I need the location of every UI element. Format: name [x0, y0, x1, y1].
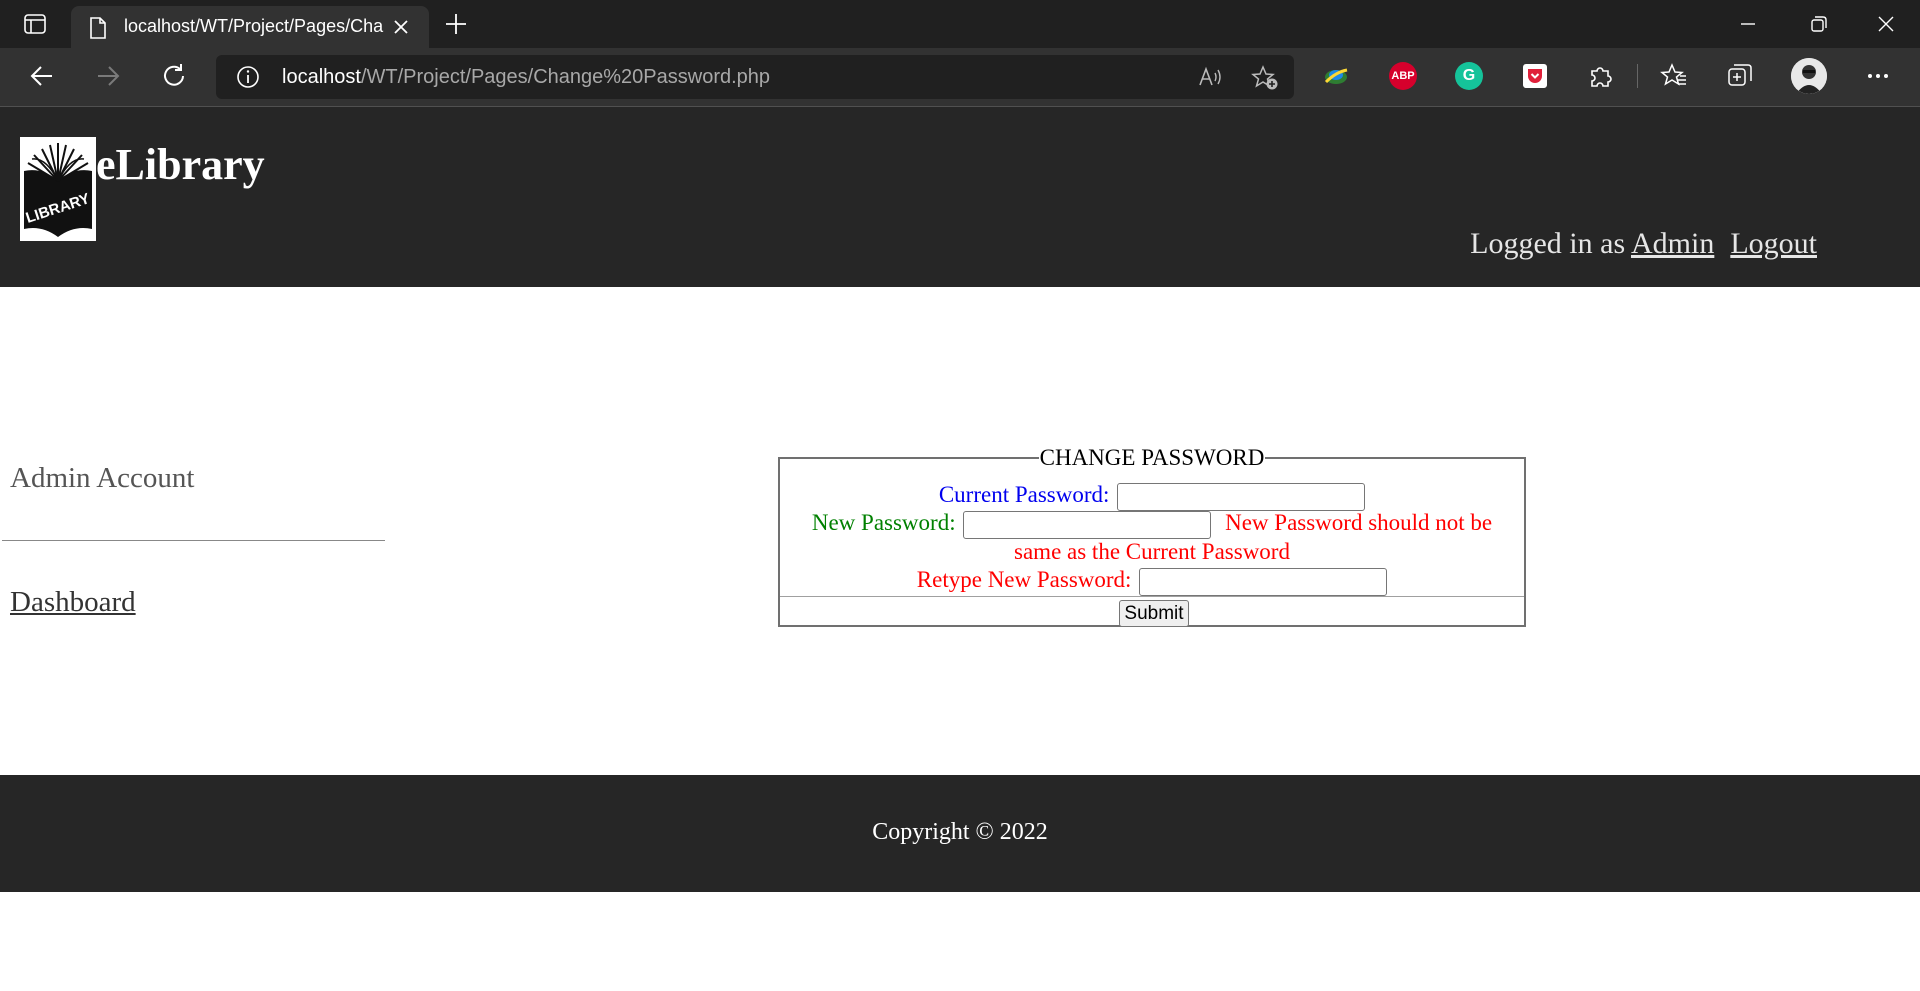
- new-password-error-row: same as the Current Password: [780, 538, 1524, 566]
- site-header: LIBRARY eLibrary Logged in as Admin Logou…: [0, 107, 1920, 287]
- tab-actions-icon[interactable]: [14, 12, 56, 36]
- pocket-icon[interactable]: [1523, 64, 1547, 88]
- form-legend-text: CHANGE PASSWORD: [1038, 445, 1266, 470]
- site-footer: Copyright © 2022: [0, 775, 1920, 892]
- retype-password-input[interactable]: [1139, 567, 1388, 596]
- restore-icon[interactable]: [1806, 12, 1830, 41]
- toolbar-divider: [1637, 64, 1638, 88]
- favorites-icon[interactable]: [1660, 62, 1688, 95]
- minimize-icon[interactable]: [1736, 12, 1760, 41]
- site-name: eLibrary: [96, 140, 265, 189]
- current-password-row: Current Password:: [780, 481, 1524, 511]
- library-logo-icon: LIBRARY: [20, 137, 96, 241]
- refresh-icon[interactable]: [160, 62, 188, 95]
- forward-icon[interactable]: [94, 62, 122, 95]
- sidebar-divider: [2, 540, 385, 541]
- url-path: /WT/Project/Pages/Change%20Password.php: [360, 66, 771, 88]
- info-icon[interactable]: [236, 65, 260, 94]
- active-tab[interactable]: localhost/WT/Project/Pages/Change%20Pass…: [71, 6, 429, 48]
- grammarly-icon[interactable]: G: [1455, 62, 1483, 90]
- read-aloud-icon[interactable]: [1198, 65, 1224, 94]
- change-password-form: CHANGE PASSWORD Current Password: New Pa…: [778, 445, 1526, 627]
- add-favorite-icon[interactable]: [1251, 65, 1279, 96]
- logged-in-prefix: Logged in as: [1470, 227, 1626, 260]
- admin-user-link[interactable]: Admin: [1631, 227, 1714, 260]
- profile-icon[interactable]: [1791, 58, 1827, 94]
- new-password-row: New Password: New Password should not be: [780, 509, 1524, 539]
- login-status: Logged in as Admin Logout: [1470, 227, 1817, 261]
- close-window-icon[interactable]: [1874, 12, 1898, 41]
- retype-password-label: Retype New Password:: [916, 567, 1132, 592]
- new-password-input[interactable]: [963, 510, 1212, 539]
- current-password-input[interactable]: [1117, 482, 1366, 511]
- logout-link[interactable]: Logout: [1730, 227, 1817, 260]
- form-legend: CHANGE PASSWORD: [780, 445, 1524, 470]
- url-host: localhost: [282, 66, 361, 88]
- page-icon: [89, 17, 107, 44]
- new-password-error-line2: same as the Current Password: [1014, 539, 1290, 564]
- sidebar-link-dashboard[interactable]: Dashboard: [10, 586, 136, 619]
- address-bar[interactable]: localhost/WT/Project/Pages/Change%20Pass…: [216, 55, 1294, 99]
- retype-password-row: Retype New Password:: [780, 566, 1524, 596]
- more-icon[interactable]: [1866, 62, 1890, 95]
- abp-badge: ABP: [1389, 62, 1417, 90]
- collections-icon[interactable]: [1726, 62, 1754, 95]
- tab-title: localhost/WT/Project/Pages/Change%20Pass…: [124, 16, 384, 36]
- extension-icon[interactable]: [1322, 62, 1350, 95]
- close-icon[interactable]: [392, 18, 410, 41]
- sidebar-title: Admin Account: [10, 462, 195, 494]
- plus-icon[interactable]: [444, 12, 468, 41]
- submit-button[interactable]: Submit: [1119, 600, 1189, 627]
- new-password-error-line1: New Password should not be: [1225, 510, 1493, 535]
- url-text[interactable]: localhost/WT/Project/Pages/Change%20Pass…: [282, 66, 770, 89]
- back-icon[interactable]: [28, 62, 56, 95]
- abp-icon[interactable]: ABP: [1389, 62, 1417, 90]
- grammarly-badge: G: [1455, 62, 1483, 90]
- form-separator: [780, 596, 1524, 597]
- current-password-label: Current Password:: [938, 482, 1110, 507]
- puzzle-icon[interactable]: [1587, 62, 1615, 95]
- copyright-text: Copyright © 2022: [872, 819, 1048, 845]
- browser-tab-bar: localhost/WT/Project/Pages/Change%20Pass…: [0, 0, 1920, 48]
- new-password-label: New Password:: [811, 510, 956, 535]
- browser-toolbar: localhost/WT/Project/Pages/Change%20Pass…: [0, 48, 1920, 107]
